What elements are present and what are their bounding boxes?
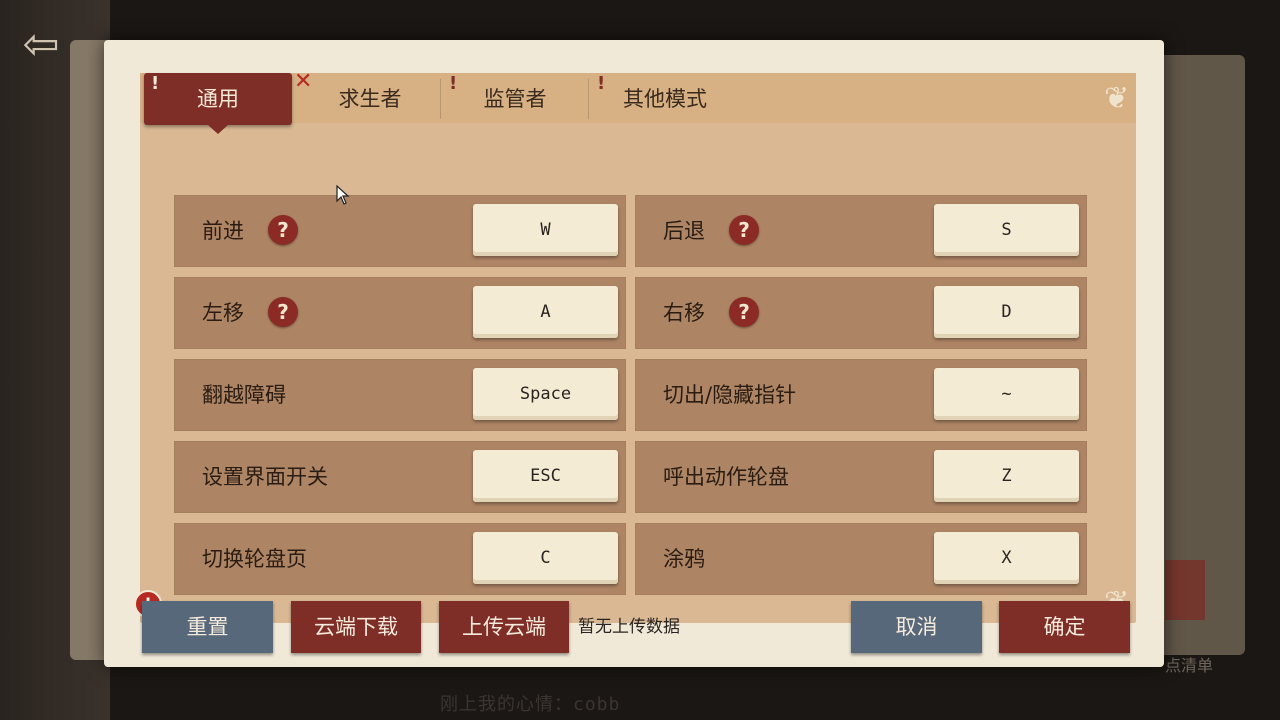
tab-other-modes[interactable]: 其他模式 (595, 73, 735, 125)
tab-survivor[interactable]: 求生者 (300, 73, 440, 125)
key-settings-dialog: 通用 ! ✕ 求生者 ! 监管者 ! 其他模式 前进 ? W 左移 ? A 翻越… (104, 40, 1164, 667)
upload-status-text: 暂无上传数据 (578, 617, 680, 637)
reset-button[interactable]: 重置 (142, 601, 273, 653)
key-button-switch-wheel-page[interactable]: C (473, 532, 618, 584)
key-button-graffiti[interactable]: X (934, 532, 1079, 584)
binding-label: 右移 (663, 301, 705, 325)
binding-label: 切换轮盘页 (202, 547, 307, 571)
binding-row-settings-toggle: 设置界面开关 ESC (174, 441, 626, 513)
binding-label: 涂鸦 (663, 547, 705, 571)
tab-hunter[interactable]: 监管者 (445, 73, 585, 125)
question-icon[interactable]: ? (268, 297, 298, 327)
confirm-button[interactable]: 确定 (999, 601, 1130, 653)
binding-row-move-right: 右移 ? D (635, 277, 1087, 349)
binding-label: 切出/隐藏指针 (663, 383, 797, 407)
binding-row-action-wheel: 呼出动作轮盘 Z (635, 441, 1087, 513)
upload-cloud-button[interactable]: 上传云端 (439, 601, 569, 653)
binding-row-toggle-pointer: 切出/隐藏指针 ~ (635, 359, 1087, 431)
binding-label: 呼出动作轮盘 (663, 465, 789, 489)
back-arrow-icon[interactable]: ⇦ (8, 14, 74, 76)
question-icon[interactable]: ? (729, 215, 759, 245)
tab-hunter-label: 监管者 (483, 87, 547, 111)
key-button-action-wheel[interactable]: Z (934, 450, 1079, 502)
question-icon[interactable]: ? (729, 297, 759, 327)
binding-row-move-left: 左移 ? A (174, 277, 626, 349)
binding-row-graffiti: 涂鸦 X (635, 523, 1087, 595)
tab-separator (440, 79, 441, 119)
key-button-settings-toggle[interactable]: ESC (473, 450, 618, 502)
binding-label: 左移 (202, 301, 244, 325)
tab-general[interactable]: 通用 (144, 73, 292, 134)
background-bottom-hint: 刚上我的心情：cobb (440, 694, 621, 715)
corner-ornament: ❦ (1104, 81, 1130, 116)
background-right-hint: 点清单 (1165, 656, 1214, 675)
binding-label: 设置界面开关 (202, 465, 328, 489)
tab-general-alert-icon: ! (151, 73, 160, 94)
key-button-move-right[interactable]: D (934, 286, 1079, 338)
key-button-forward[interactable]: W (473, 204, 618, 256)
question-icon[interactable]: ? (268, 215, 298, 245)
tab-separator (588, 79, 589, 119)
binding-label: 翻越障碍 (202, 383, 286, 407)
key-settings-panel: 通用 ! ✕ 求生者 ! 监管者 ! 其他模式 前进 ? W 左移 ? A 翻越… (140, 69, 1136, 623)
binding-label: 前进 (202, 219, 244, 243)
key-button-toggle-pointer[interactable]: ~ (934, 368, 1079, 420)
binding-row-forward: 前进 ? W (174, 195, 626, 267)
key-button-backward[interactable]: S (934, 204, 1079, 256)
tab-other-label: 其他模式 (623, 87, 707, 111)
binding-row-backward: 后退 ? S (635, 195, 1087, 267)
mouse-cursor-icon (336, 184, 350, 209)
key-button-vault[interactable]: Space (473, 368, 618, 420)
binding-row-vault: 翻越障碍 Space (174, 359, 626, 431)
cloud-download-button[interactable]: 云端下载 (291, 601, 421, 653)
tab-general-label: 通用 (197, 87, 239, 111)
binding-label: 后退 (663, 219, 705, 243)
background-right-accent (1165, 560, 1205, 620)
cancel-button[interactable]: 取消 (851, 601, 982, 653)
binding-row-switch-wheel-page: 切换轮盘页 C (174, 523, 626, 595)
tab-bar: 通用 ! ✕ 求生者 ! 监管者 ! 其他模式 (140, 69, 1136, 134)
key-button-move-left[interactable]: A (473, 286, 618, 338)
tab-survivor-label: 求生者 (338, 87, 402, 111)
